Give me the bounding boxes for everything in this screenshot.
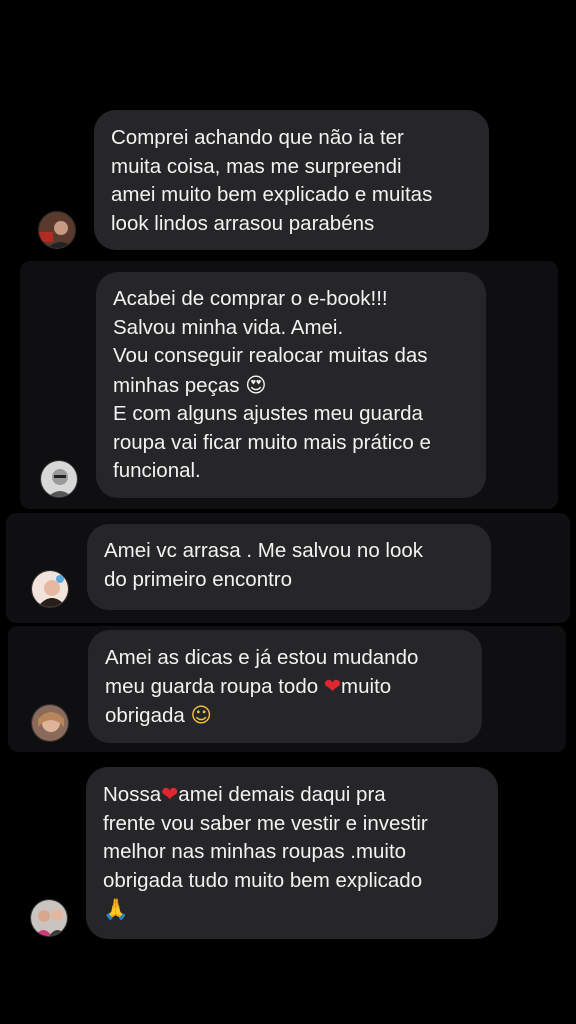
message-line: funcional. — [113, 459, 201, 482]
smiling-face-emoji-icon: ☺ — [190, 703, 212, 727]
message-line: Nossa❤amei demais daqui pra — [103, 781, 481, 810]
message-bubble: Acabei de comprar o e-book!!! Salvou min… — [96, 272, 486, 498]
message-text: amei demais daqui pra — [178, 783, 386, 806]
message-line: look lindos arrasou parabéns — [111, 211, 375, 235]
red-heart-emoji-icon: ❤ — [323, 674, 342, 698]
message-line: melhor nas minhas roupas .muito — [103, 840, 407, 863]
message-line: obrigada ☺ — [105, 701, 465, 731]
avatar[interactable] — [40, 460, 78, 498]
message-line: Vou conseguir realocar muitas das — [113, 344, 428, 367]
message-line: Salvou minha vida. Amei. — [113, 315, 344, 339]
message-line: frente vou saber me vestir e investir — [103, 811, 428, 835]
heart-eyes-emoji-icon: 😍 — [245, 372, 267, 397]
message-text: Nossa — [103, 783, 162, 806]
message-text: minhas peças — [113, 373, 240, 397]
message-line: muita coisa, mas me surpreendi — [111, 154, 402, 178]
message-line: roupa vai ficar muito mais prático e — [113, 430, 431, 454]
message-bubble: Nossa❤amei demais daqui pra frente vou s… — [86, 767, 498, 939]
message-line: amei muito bem explicado e muitas — [111, 183, 433, 206]
message-line: Amei as dicas e já estou mudando — [105, 646, 419, 669]
red-heart-emoji-icon: ❤ — [161, 783, 179, 806]
message-line: Comprei achando que não ia ter — [111, 126, 404, 149]
message-bubble: Amei vc arrasa . Me salvou no look do pr… — [87, 524, 491, 610]
message-bubble: Comprei achando que não ia ter muita coi… — [94, 110, 489, 250]
message-text: obrigada — [105, 704, 185, 727]
avatar[interactable] — [31, 704, 69, 742]
message-bubble: Amei as dicas e já estou mudando meu gua… — [88, 630, 482, 743]
message-line: obrigada tudo muito bem explicado — [103, 868, 423, 892]
message-line: Acabei de comprar o e-book!!! — [113, 287, 388, 310]
avatar[interactable] — [38, 211, 76, 249]
message-line: 🙏 — [103, 895, 481, 925]
message-line: do primeiro encontro — [104, 567, 293, 591]
message-text: muito — [341, 674, 392, 698]
avatar[interactable] — [30, 899, 68, 937]
folded-hands-emoji-icon: 🙏 — [103, 897, 129, 921]
avatar[interactable] — [31, 570, 69, 608]
message-line: Amei vc arrasa . Me salvou no look — [104, 539, 424, 562]
message-line: E com alguns ajustes meu guarda — [113, 402, 423, 425]
message-text: meu guarda roupa todo — [105, 674, 319, 698]
message-line: meu guarda roupa todo ❤muito — [105, 673, 465, 702]
message-line: minhas peças 😍 — [113, 371, 469, 401]
